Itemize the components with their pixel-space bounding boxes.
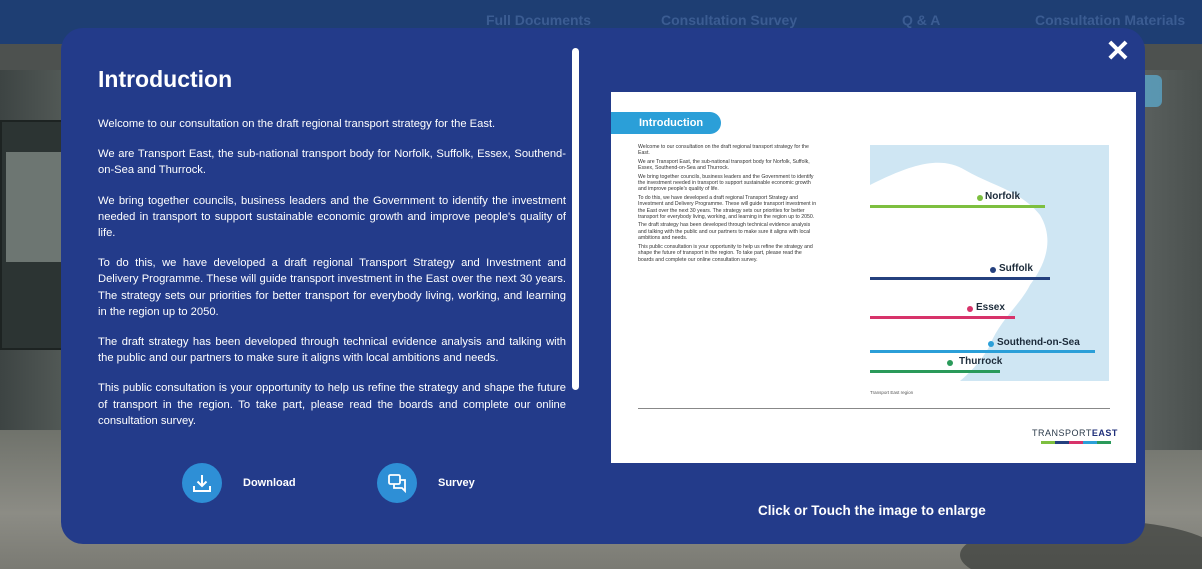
preview-title: Introduction — [611, 112, 721, 134]
map-label-southend: Southend-on-Sea — [997, 337, 1080, 348]
transport-east-logo: TRANSPORTEAST — [1032, 428, 1118, 438]
map-label-thurrock: Thurrock — [959, 356, 1003, 367]
intro-paragraph: To do this, we have developed a draft re… — [98, 257, 566, 318]
intro-paragraph: We are Transport East, the sub-national … — [98, 148, 566, 177]
essex-line — [870, 316, 1015, 319]
document-preview[interactable]: Introduction Welcome to our consultation… — [611, 92, 1136, 463]
map-label-essex: Essex — [976, 302, 1005, 313]
survey-button[interactable]: Survey — [377, 462, 475, 504]
modal-title: Introduction — [98, 66, 233, 92]
background-panel — [0, 120, 64, 350]
download-label: Download — [243, 477, 296, 489]
background-wall-right — [1136, 70, 1202, 450]
norfolk-dot — [977, 195, 983, 201]
download-button[interactable]: Download — [182, 462, 296, 504]
southend-dot — [988, 341, 994, 347]
nav-q-and-a[interactable]: Q & A — [902, 12, 940, 28]
nav-consultation-survey[interactable]: Consultation Survey — [661, 12, 797, 28]
region-map: Norfolk Suffolk Essex Southend-on-Sea Th… — [870, 145, 1109, 381]
essex-dot — [967, 306, 973, 312]
logo-stripes — [1041, 441, 1111, 444]
preview-divider — [638, 408, 1110, 409]
nav-full-documents[interactable]: Full Documents — [486, 12, 591, 28]
thurrock-line — [870, 370, 1000, 373]
norfolk-line — [870, 205, 1045, 208]
intro-paragraph: Welcome to our consultation on the draft… — [98, 118, 496, 130]
preview-text: Welcome to our consultation on the draft… — [638, 144, 817, 263]
thurrock-dot — [947, 360, 953, 366]
download-icon — [182, 463, 222, 503]
map-caption: Transport East region — [870, 390, 914, 395]
map-label-norfolk: Norfolk — [985, 191, 1020, 202]
intro-paragraph: We bring together councils, business lea… — [98, 194, 566, 240]
intro-content: Introduction Welcome to our consultation… — [98, 64, 566, 443]
close-button[interactable]: ✕ — [1102, 36, 1134, 68]
survey-label: Survey — [438, 477, 475, 489]
intro-paragraph: The draft strategy has been developed th… — [98, 336, 566, 365]
suffolk-line — [870, 277, 1050, 280]
southend-line — [870, 350, 1095, 353]
map-label-suffolk: Suffolk — [999, 263, 1033, 274]
suffolk-dot — [990, 267, 996, 273]
enlarge-hint: Click or Touch the image to enlarge — [758, 503, 986, 518]
chat-icon — [377, 463, 417, 503]
content-scrollbar[interactable] — [572, 48, 579, 390]
intro-paragraph: This public consultation is your opportu… — [98, 382, 566, 427]
nav-consultation-materials[interactable]: Consultation Materials — [1035, 12, 1185, 28]
